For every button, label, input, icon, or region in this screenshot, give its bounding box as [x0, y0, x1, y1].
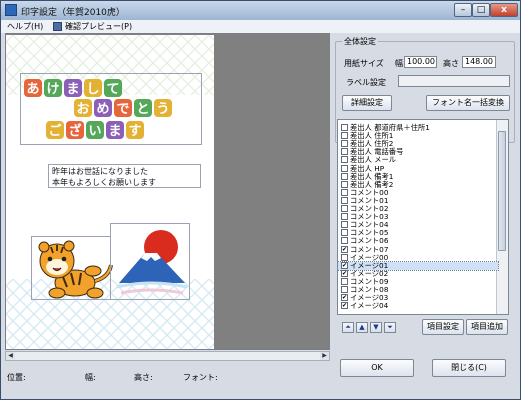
move-down-button[interactable]: ▼ — [370, 322, 382, 333]
item-checkbox[interactable] — [341, 140, 348, 148]
minimize-button[interactable]: – — [454, 3, 472, 17]
label-setting-field[interactable] — [398, 75, 510, 87]
item-checkbox[interactable]: ✔ — [341, 294, 348, 302]
move-bottom-button[interactable]: ⏷ — [384, 322, 396, 333]
item-checkbox[interactable] — [341, 132, 348, 140]
item-checkbox[interactable]: ✔ — [341, 302, 348, 310]
status-position: 位置: — [7, 373, 26, 382]
item-checkbox[interactable]: ✔ — [341, 269, 348, 277]
svg-text:け: け — [46, 82, 59, 97]
svg-text:め: め — [96, 102, 109, 117]
svg-text:お: お — [76, 102, 89, 117]
item-checkbox[interactable] — [341, 124, 348, 131]
font-batch-convert-button[interactable]: フォント名一括変換 — [426, 95, 510, 111]
svg-text:ざ: ざ — [68, 123, 81, 139]
item-checkbox[interactable] — [341, 237, 348, 245]
item-label: イメージ04 — [350, 301, 389, 311]
item-checkbox[interactable] — [341, 253, 348, 261]
svg-text:す: す — [128, 124, 141, 139]
message-textbox[interactable]: 昨年はお世話になりました 本年もよろしくお願いします — [48, 164, 201, 188]
title-bar[interactable]: 印字設定（年賀2010虎） – □ x — [1, 1, 520, 21]
message-line-2: 本年もよろしくお願いします — [52, 178, 156, 187]
overall-settings-title: 全体設定 — [342, 36, 378, 47]
svg-text:し: し — [86, 82, 99, 97]
svg-text:い: い — [88, 124, 101, 139]
item-checkbox[interactable] — [341, 221, 348, 229]
item-checkbox[interactable] — [341, 180, 348, 188]
maximize-button[interactable]: □ — [472, 3, 490, 17]
height-label: 高さ — [443, 59, 459, 68]
preview-canvas: あ け ま し て お め で と う ご ざ い ま す 昨年はお世話になりま… — [5, 33, 330, 350]
menu-preview[interactable]: 確認プレビュー(P) — [65, 21, 132, 32]
svg-text:と: と — [136, 102, 149, 117]
item-checkbox[interactable] — [341, 229, 348, 237]
svg-text:う: う — [156, 102, 169, 117]
paper-size-label: 用紙サイズ — [344, 59, 384, 68]
item-checkbox[interactable] — [341, 164, 348, 172]
menu-bar: ヘルプ(H) 確認プレビュー(P) — [1, 20, 520, 33]
item-checkbox[interactable]: ✔ — [341, 245, 348, 253]
ok-button[interactable]: OK — [340, 359, 414, 377]
item-checkbox[interactable] — [341, 188, 348, 196]
status-font: フォント: — [183, 373, 218, 382]
label-setting-label: ラベル設定 — [346, 78, 386, 87]
status-bar: 位置: 幅: 高さ: フォント: — [1, 363, 332, 389]
svg-text:ま: ま — [108, 124, 121, 139]
move-top-button[interactable]: ⏶ — [342, 322, 354, 333]
scroll-right-icon[interactable]: ▶ — [320, 352, 329, 360]
status-width: 幅: — [85, 373, 96, 382]
item-checkbox[interactable] — [341, 205, 348, 212]
svg-text:で: で — [116, 102, 129, 117]
greeting-tiles-image[interactable]: あ け ま し て お め で と う ご ざ い ま す — [22, 75, 202, 145]
item-checkbox[interactable] — [341, 277, 348, 285]
svg-text:ま: ま — [66, 82, 79, 97]
list-item[interactable]: ✔ イメージ04 — [338, 301, 498, 311]
add-item-button[interactable]: 項目追加 — [466, 319, 508, 335]
height-input[interactable]: 148.00 — [462, 56, 496, 68]
fuji-sun-image[interactable] — [111, 223, 191, 300]
width-label: 幅 — [395, 59, 403, 68]
app-icon — [5, 4, 17, 16]
item-checkbox[interactable] — [341, 196, 348, 204]
item-checkbox[interactable] — [341, 148, 348, 156]
item-settings-button[interactable]: 項目設定 — [422, 319, 464, 335]
preview-icon[interactable] — [53, 22, 62, 31]
close-window-button[interactable]: x — [490, 3, 518, 17]
message-line-1: 昨年はお世話になりました — [52, 167, 148, 176]
tiger-image[interactable] — [33, 235, 115, 303]
postcard-preview: あ け ま し て お め で と う ご ざ い ま す 昨年はお世話になりま… — [6, 35, 214, 349]
item-checkbox[interactable] — [341, 213, 348, 221]
menu-help[interactable]: ヘルプ(H) — [7, 21, 43, 32]
horizontal-scrollbar[interactable]: ◀ ▶ — [5, 351, 330, 361]
width-input[interactable]: 100.00 — [404, 56, 437, 68]
item-checkbox[interactable] — [341, 172, 348, 180]
settings-panel: 全体設定 用紙サイズ 幅 100.00 高さ 148.00 ラベル設定 詳細設定… — [334, 33, 518, 350]
application-window: 印字設定（年賀2010虎） – □ x ヘルプ(H) 確認プレビュー(P) あ … — [0, 0, 521, 400]
list-scroll-thumb[interactable] — [498, 131, 506, 251]
items-list[interactable]: 差出人 都道府県＋住所1 差出人 住所1 差出人 住所2 差出人 電話番号 差出人 メー… — [337, 119, 509, 315]
status-height: 高さ: — [134, 373, 153, 382]
item-checkbox[interactable]: ✔ — [341, 261, 348, 269]
scroll-left-icon[interactable]: ◀ — [6, 352, 15, 360]
item-checkbox[interactable] — [341, 286, 348, 293]
svg-text:て: て — [106, 82, 119, 97]
close-button[interactable]: 閉じる(C) — [432, 359, 506, 377]
window-title: 印字設定（年賀2010虎） — [21, 8, 125, 18]
item-checkbox[interactable] — [341, 156, 348, 164]
detail-settings-button[interactable]: 詳細設定 — [342, 95, 392, 111]
svg-text:ご: ご — [48, 123, 62, 139]
svg-text:あ: あ — [26, 82, 39, 97]
move-up-button[interactable]: ▲ — [356, 322, 368, 333]
